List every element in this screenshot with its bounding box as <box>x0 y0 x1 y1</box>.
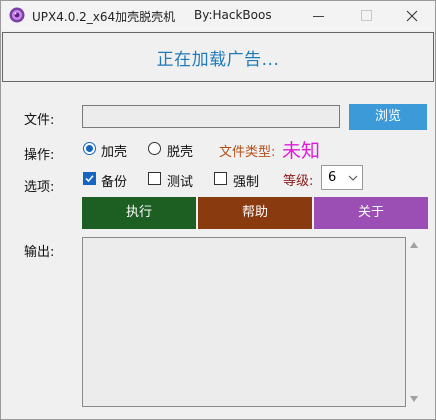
window-title: UPX4.0.2_x64加壳脱壳机 <box>32 10 176 24</box>
minimize-button[interactable] <box>296 1 342 31</box>
checkbox-test-label[interactable]: 测试 <box>167 171 193 190</box>
radio-unpack-label[interactable]: 脱壳 <box>167 141 193 160</box>
window-author: By:HackBoos <box>194 8 272 22</box>
maximize-icon <box>361 10 372 21</box>
radio-selected-dot-icon <box>86 145 93 152</box>
level-select[interactable]: 6 <box>321 165 363 190</box>
close-icon <box>406 10 418 22</box>
file-label: 文件: <box>24 113 55 128</box>
options-label: 选项: <box>24 180 55 195</box>
run-button[interactable]: 执行 <box>82 197 196 229</box>
level-label: 等级: <box>283 174 314 189</box>
close-button[interactable] <box>389 1 435 31</box>
output-scrollbar[interactable] <box>406 237 422 407</box>
help-button[interactable]: 帮助 <box>198 197 312 229</box>
radio-pack-label[interactable]: 加壳 <box>101 141 127 160</box>
minimize-icon <box>313 16 324 17</box>
radio-pack[interactable] <box>83 142 96 155</box>
ad-banner: 正在加载广告... <box>2 32 434 82</box>
output-textarea[interactable] <box>82 237 406 407</box>
checkbox-force[interactable] <box>214 172 227 185</box>
checkbox-backup[interactable] <box>83 172 96 185</box>
filetype-value: 未知 <box>282 140 321 162</box>
checkbox-test[interactable] <box>148 172 161 185</box>
about-button[interactable]: 关于 <box>314 197 428 229</box>
ad-banner-text: 正在加载广告... <box>156 50 280 70</box>
scroll-down-arrow-icon[interactable] <box>410 396 418 402</box>
maximize-button[interactable] <box>343 1 389 31</box>
filetype-label: 文件类型: <box>219 145 276 160</box>
file-path-input[interactable] <box>82 105 340 128</box>
output-label: 输出: <box>24 245 55 260</box>
checkbox-force-label[interactable]: 强制 <box>233 171 259 190</box>
radio-unpack[interactable] <box>148 142 161 155</box>
checkbox-backup-label[interactable]: 备份 <box>101 171 127 190</box>
level-select-value: 6 <box>328 170 337 185</box>
app-window: UPX4.0.2_x64加壳脱壳机 By:HackBoos 正在加载广告... … <box>0 0 436 420</box>
checkmark-icon <box>85 175 94 183</box>
operation-label: 操作: <box>24 148 55 163</box>
chevron-down-icon <box>348 175 358 181</box>
title-bar[interactable]: UPX4.0.2_x64加壳脱壳机 By:HackBoos <box>1 1 435 31</box>
browse-button[interactable]: 浏览 <box>349 104 427 130</box>
scroll-up-arrow-icon[interactable] <box>410 242 418 248</box>
app-logo-icon <box>9 7 25 23</box>
